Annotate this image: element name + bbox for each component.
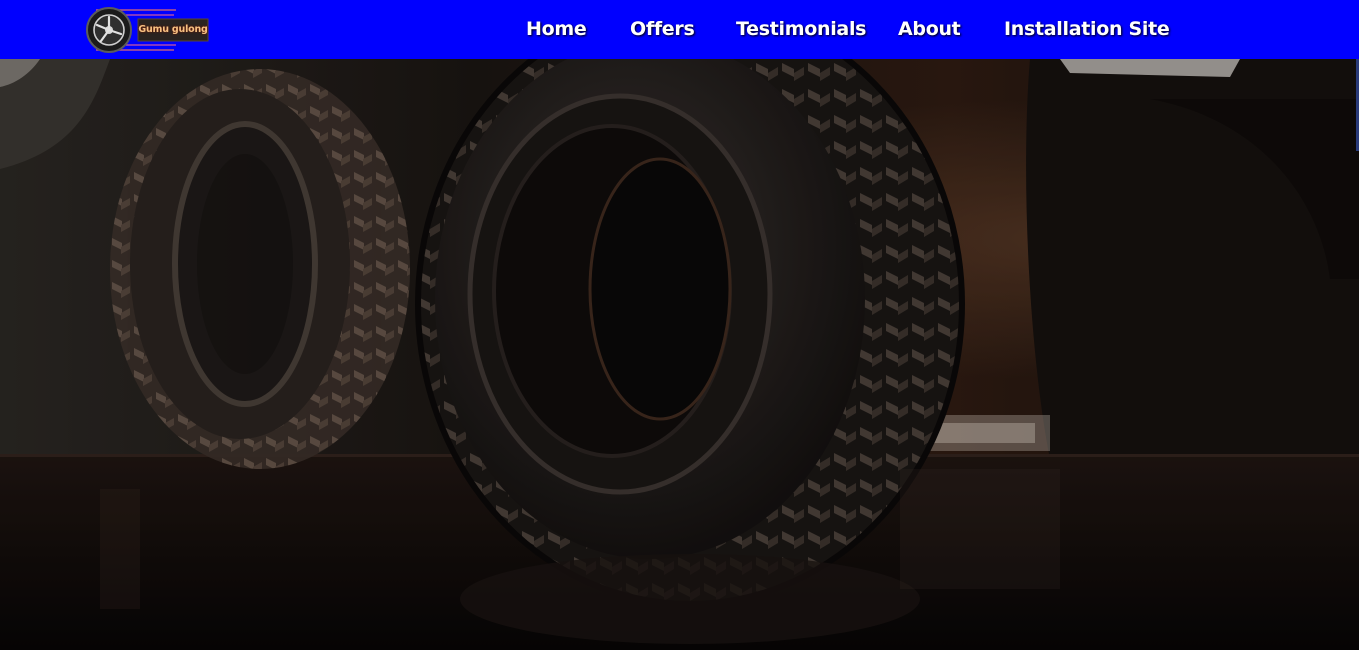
nav-offers[interactable]: Offers xyxy=(630,18,695,40)
nav-about[interactable]: About xyxy=(898,18,961,40)
hero-tire-image xyxy=(0,59,1359,650)
page: Gumu gulong Home Offers Testimonials Abo… xyxy=(0,0,1359,650)
nav-home[interactable]: Home xyxy=(526,18,587,40)
navbar: Gumu gulong Home Offers Testimonials Abo… xyxy=(0,0,1359,59)
nav-testimonials[interactable]: Testimonials xyxy=(736,18,866,40)
hero-banner xyxy=(0,59,1359,650)
logo-text: Gumu gulong xyxy=(138,24,208,35)
logo[interactable]: Gumu gulong xyxy=(84,6,210,54)
nav-installation-site[interactable]: Installation Site xyxy=(1004,18,1170,40)
